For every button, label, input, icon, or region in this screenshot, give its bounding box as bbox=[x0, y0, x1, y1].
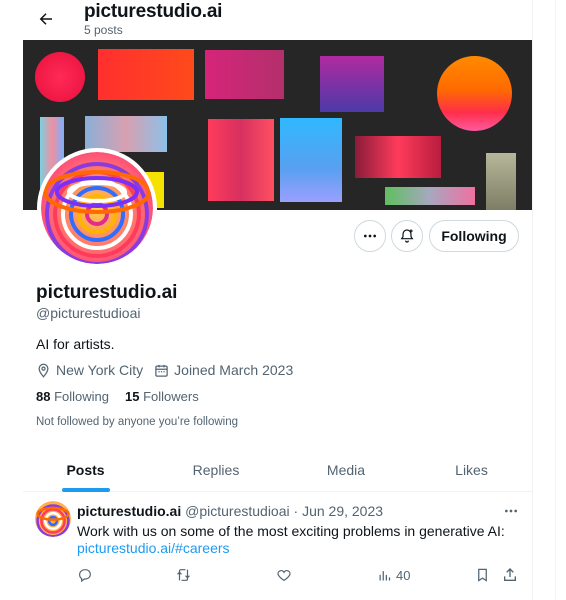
location-pin-icon bbox=[38, 363, 49, 378]
not-followed-notice: Not followed by anyone you’re following bbox=[36, 416, 239, 428]
tab-posts[interactable]: Posts bbox=[23, 448, 148, 492]
tweet-date[interactable]: Jun 29, 2023 bbox=[302, 503, 383, 519]
tweet-author-name[interactable]: picturestudio.ai bbox=[77, 503, 181, 519]
header-title: picturestudio.ai bbox=[84, 1, 223, 22]
reply-icon bbox=[79, 569, 91, 583]
arrow-left-icon bbox=[39, 13, 52, 25]
profile-bio: AI for artists. bbox=[36, 336, 115, 352]
tweet[interactable]: picturestudio.ai @picturestudioai · Jun … bbox=[23, 493, 532, 600]
like-button[interactable] bbox=[276, 566, 292, 584]
profile-tabs: Posts Replies Media Likes bbox=[23, 448, 532, 492]
followers-stat[interactable]: 15 Followers bbox=[125, 389, 199, 404]
join-date: Joined March 2023 bbox=[154, 362, 293, 378]
tweet-more-button[interactable] bbox=[501, 501, 521, 521]
banner-rect-purple bbox=[320, 56, 384, 112]
tab-media[interactable]: Media bbox=[281, 448, 411, 492]
banner-circle-red bbox=[35, 52, 85, 102]
profile-avatar[interactable] bbox=[37, 148, 157, 268]
tweet-separator: · bbox=[293, 503, 299, 519]
banner-rect-blue-tall bbox=[280, 118, 342, 202]
bell-plus-icon bbox=[400, 229, 414, 243]
tweet-header: picturestudio.ai @picturestudioai · Jun … bbox=[77, 503, 383, 519]
repost-icon bbox=[177, 569, 190, 581]
following-count: 88 bbox=[36, 389, 51, 404]
avatar-image bbox=[41, 152, 153, 264]
banner-circle-orange bbox=[437, 56, 512, 131]
post-count: 5 posts bbox=[84, 23, 123, 37]
more-horizontal-icon bbox=[364, 234, 376, 238]
following-label: Following bbox=[54, 389, 110, 404]
profile-stats: 88 Following 15 Followers bbox=[36, 389, 215, 404]
avatar-image bbox=[35, 501, 71, 537]
repost-button[interactable] bbox=[175, 566, 192, 584]
bookmark-icon bbox=[478, 568, 487, 582]
tab-likes[interactable]: Likes bbox=[411, 448, 532, 492]
banner-rect-magenta bbox=[205, 50, 284, 99]
banner-rect-khaki bbox=[486, 153, 516, 210]
back-button[interactable] bbox=[33, 6, 59, 32]
profile-name: picturestudio.ai bbox=[36, 282, 178, 303]
tweet-author-handle[interactable]: @picturestudioai bbox=[185, 503, 290, 519]
following-stat[interactable]: 88 Following bbox=[36, 389, 109, 404]
profile-handle: @picturestudioai bbox=[36, 305, 141, 321]
followers-label: Followers bbox=[143, 389, 199, 404]
profile-column: picturestudio.ai 5 posts Following pictu… bbox=[23, 0, 532, 600]
banner-rect-red bbox=[98, 49, 194, 100]
analytics-icon bbox=[379, 570, 391, 580]
location-text: New York City bbox=[56, 362, 144, 378]
tab-replies[interactable]: Replies bbox=[151, 448, 281, 492]
tweet-link[interactable]: picturestudio.ai/#careers bbox=[77, 540, 230, 556]
profile-header: picturestudio.ai 5 posts bbox=[23, 0, 532, 40]
banner-rect-crimson bbox=[355, 136, 441, 178]
calendar-icon bbox=[155, 364, 168, 377]
banner-rect-green bbox=[385, 187, 475, 205]
notifications-button[interactable] bbox=[391, 220, 423, 252]
profile-meta: New York City Joined March 2023 bbox=[36, 362, 304, 378]
left-gutter bbox=[0, 0, 23, 600]
tweet-avatar[interactable] bbox=[35, 501, 71, 537]
location: New York City bbox=[36, 362, 143, 378]
active-tab-indicator bbox=[62, 488, 110, 492]
views-button[interactable]: 40 bbox=[377, 566, 410, 584]
followers-count: 15 bbox=[125, 389, 140, 404]
reply-button[interactable] bbox=[77, 566, 93, 584]
right-gutter bbox=[533, 0, 566, 600]
more-options-button[interactable] bbox=[354, 220, 386, 252]
bookmark-button[interactable] bbox=[475, 566, 490, 584]
share-button[interactable] bbox=[502, 566, 518, 584]
heart-icon bbox=[277, 570, 291, 582]
tweet-text: Work with us on some of the most excitin… bbox=[77, 523, 505, 539]
share-icon bbox=[504, 568, 516, 581]
more-horizontal-icon bbox=[505, 509, 517, 513]
banner-rect-red-tall bbox=[208, 119, 274, 201]
banner-rect-lightblue bbox=[85, 116, 167, 152]
right-sidebar-edge bbox=[555, 0, 556, 600]
views-count: 40 bbox=[396, 567, 411, 583]
following-button[interactable]: Following bbox=[429, 220, 519, 252]
join-date-text: Joined March 2023 bbox=[174, 362, 294, 378]
